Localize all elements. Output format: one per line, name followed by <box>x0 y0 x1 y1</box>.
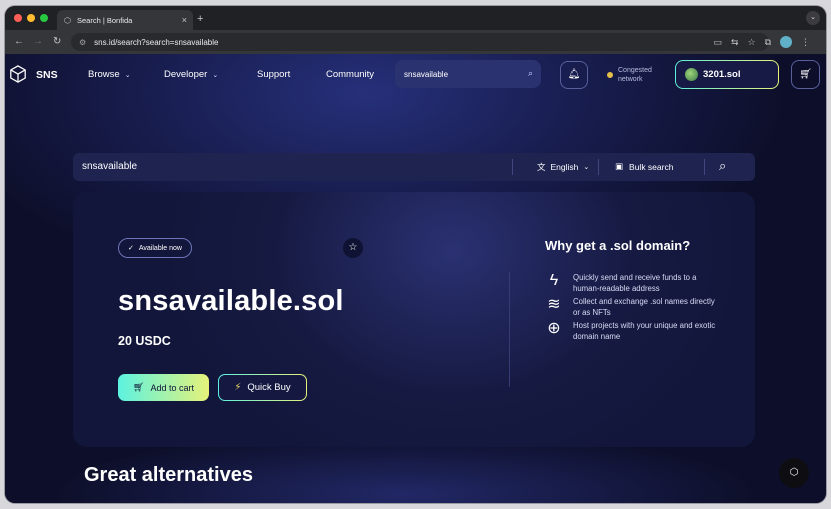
browser-toolbar: ← → ↻ ⚙ sns.id/search?search=snsavailabl… <box>5 30 826 54</box>
maximize-window-button[interactable] <box>40 14 48 22</box>
cart-icon: 🛒︎ <box>133 382 145 392</box>
language-select[interactable]: 文 English ⌄ <box>537 161 589 173</box>
nav-support-label: Support <box>257 69 291 80</box>
site-header: SNS Browse ⌄ Developer ⌄ Support Communi… <box>5 54 826 98</box>
cast-icon[interactable]: ▭ <box>713 35 722 49</box>
browser-window: ⬡ Search | Bonfida × + ⌄ ← → ↻ ⚙ sns.id/… <box>5 6 826 503</box>
wallet-button[interactable]: 3201.sol <box>675 60 779 89</box>
nav-browse-label: Browse <box>88 69 120 80</box>
feature-text: Quickly send and receive funds to a huma… <box>573 273 697 293</box>
domain-search-bar[interactable]: snsavailable 文 English ⌄ ▣ Bulk search ⌕ <box>73 153 755 181</box>
divider <box>704 159 705 175</box>
tab-search-chevron-icon[interactable]: ⌄ <box>806 11 820 25</box>
domain-name: snsavailable.sol <box>118 285 344 317</box>
bulk-search-button[interactable]: ▣ Bulk search <box>615 161 673 172</box>
lightning-icon: ⚡︎ <box>234 382 242 393</box>
feature-item: ⊕ Host projects with your unique and exo… <box>545 320 723 342</box>
check-icon: ✓ <box>128 245 134 252</box>
tab-title: Search | Bonfida <box>77 15 133 25</box>
divider <box>598 159 599 175</box>
nav-search-value: snsavailable <box>404 69 449 79</box>
close-tab-icon[interactable]: × <box>182 15 187 25</box>
url-text: sns.id/search?search=snsavailable <box>94 37 219 47</box>
feature-text: Host projects with your unique and exoti… <box>573 321 716 341</box>
extensions-puzzle-icon[interactable]: ⧉ <box>765 35 771 49</box>
bookmark-star-icon[interactable]: ☆ <box>747 35 755 49</box>
box-icon: ▣ <box>615 161 624 171</box>
translate-icon: 文 <box>537 162 546 172</box>
network-status-text: Congested network <box>618 67 652 83</box>
availability-label: Available now <box>138 244 182 252</box>
add-to-cart-button[interactable]: 🛒︎ Add to cart <box>118 374 209 401</box>
nav-search-input[interactable]: snsavailable ⌕ <box>395 60 541 88</box>
forward-arrow-icon[interactable]: → <box>33 35 43 49</box>
close-window-button[interactable] <box>14 14 22 22</box>
cart-icon[interactable]: 🛒︎ <box>791 60 820 89</box>
feature-item: ≋ Collect and exchange .sol names direct… <box>545 296 723 318</box>
availability-badge: ✓ Available now <box>118 238 192 258</box>
nav-developer-label: Developer <box>164 69 208 80</box>
nav-community[interactable]: Community <box>326 69 374 80</box>
favorite-star-icon[interactable]: ☆ <box>343 238 363 258</box>
why-title: Why get a .sol domain? <box>545 238 691 253</box>
language-label: English <box>550 162 579 172</box>
notifications-bell-icon[interactable]: 🔔︎ <box>560 61 588 89</box>
back-arrow-icon[interactable]: ← <box>14 35 24 49</box>
chevron-down-icon: ⌄ <box>583 164 590 171</box>
new-tab-button[interactable]: + <box>197 12 203 26</box>
page-content: SNS Browse ⌄ Developer ⌄ Support Communi… <box>5 54 826 503</box>
add-to-cart-label: Add to cart <box>150 382 194 393</box>
divider <box>512 159 513 175</box>
nav-browse[interactable]: Browse ⌄ <box>88 69 131 80</box>
quick-buy-inner: ⚡︎ Quick Buy <box>219 375 306 400</box>
quick-buy-button[interactable]: ⚡︎ Quick Buy <box>218 374 307 401</box>
nav-support[interactable]: Support <box>257 69 290 80</box>
toolbar-actions: ▭ ⇆ ☆ ⧉ ⋮ <box>713 35 810 49</box>
feature-item: ϟ Quickly send and receive funds to a hu… <box>545 272 723 294</box>
search-icon[interactable]: ⌕ <box>528 68 533 79</box>
chevron-down-icon: ⌄ <box>124 71 131 79</box>
search-icon[interactable]: ⌕ <box>719 158 726 174</box>
sns-logo-icon[interactable] <box>9 65 27 83</box>
layers-icon: ≋ <box>547 296 561 313</box>
globe-icon: ⊕ <box>547 320 561 337</box>
feature-text: Collect and exchange .sol names directly… <box>573 297 715 317</box>
lightning-icon: ϟ <box>549 272 559 289</box>
bulk-search-label: Bulk search <box>629 161 674 172</box>
brand-name[interactable]: SNS <box>36 69 58 81</box>
minimize-window-button[interactable] <box>27 14 35 22</box>
sns-favicon-icon: ⬡ <box>64 15 71 25</box>
wallet-domain: 3201.sol <box>703 69 741 80</box>
alternatives-heading: Great alternatives <box>84 464 253 486</box>
profile-avatar[interactable] <box>780 36 792 48</box>
wallet-button-inner: 3201.sol <box>676 61 778 88</box>
browser-tab[interactable]: ⬡ Search | Bonfida × <box>57 10 193 30</box>
nav-community-label: Community <box>326 69 375 80</box>
address-bar[interactable]: ⚙ sns.id/search?search=snsavailable <box>71 33 769 51</box>
domain-price: 20 USDC <box>118 334 171 348</box>
domain-result-card: ✓ Available now ☆ snsavailable.sol 20 US… <box>73 192 755 447</box>
wallet-avatar <box>685 68 698 81</box>
card-divider <box>509 272 510 387</box>
network-status-dot <box>607 72 613 78</box>
reload-icon[interactable]: ↻ <box>53 35 61 49</box>
nav-developer[interactable]: Developer ⌄ <box>164 69 218 80</box>
quick-buy-label: Quick Buy <box>247 382 291 393</box>
more-menu-icon[interactable]: ⋮ <box>801 35 810 49</box>
translate-icon[interactable]: ⇆ <box>731 35 739 49</box>
tab-strip: ⬡ Search | Bonfida × + ⌄ <box>5 6 826 30</box>
help-widget-icon[interactable]: ⬡ <box>779 458 809 488</box>
chevron-down-icon: ⌄ <box>212 71 219 79</box>
domain-search-input[interactable]: snsavailable <box>82 161 137 172</box>
site-info-icon[interactable]: ⚙ <box>79 38 86 47</box>
